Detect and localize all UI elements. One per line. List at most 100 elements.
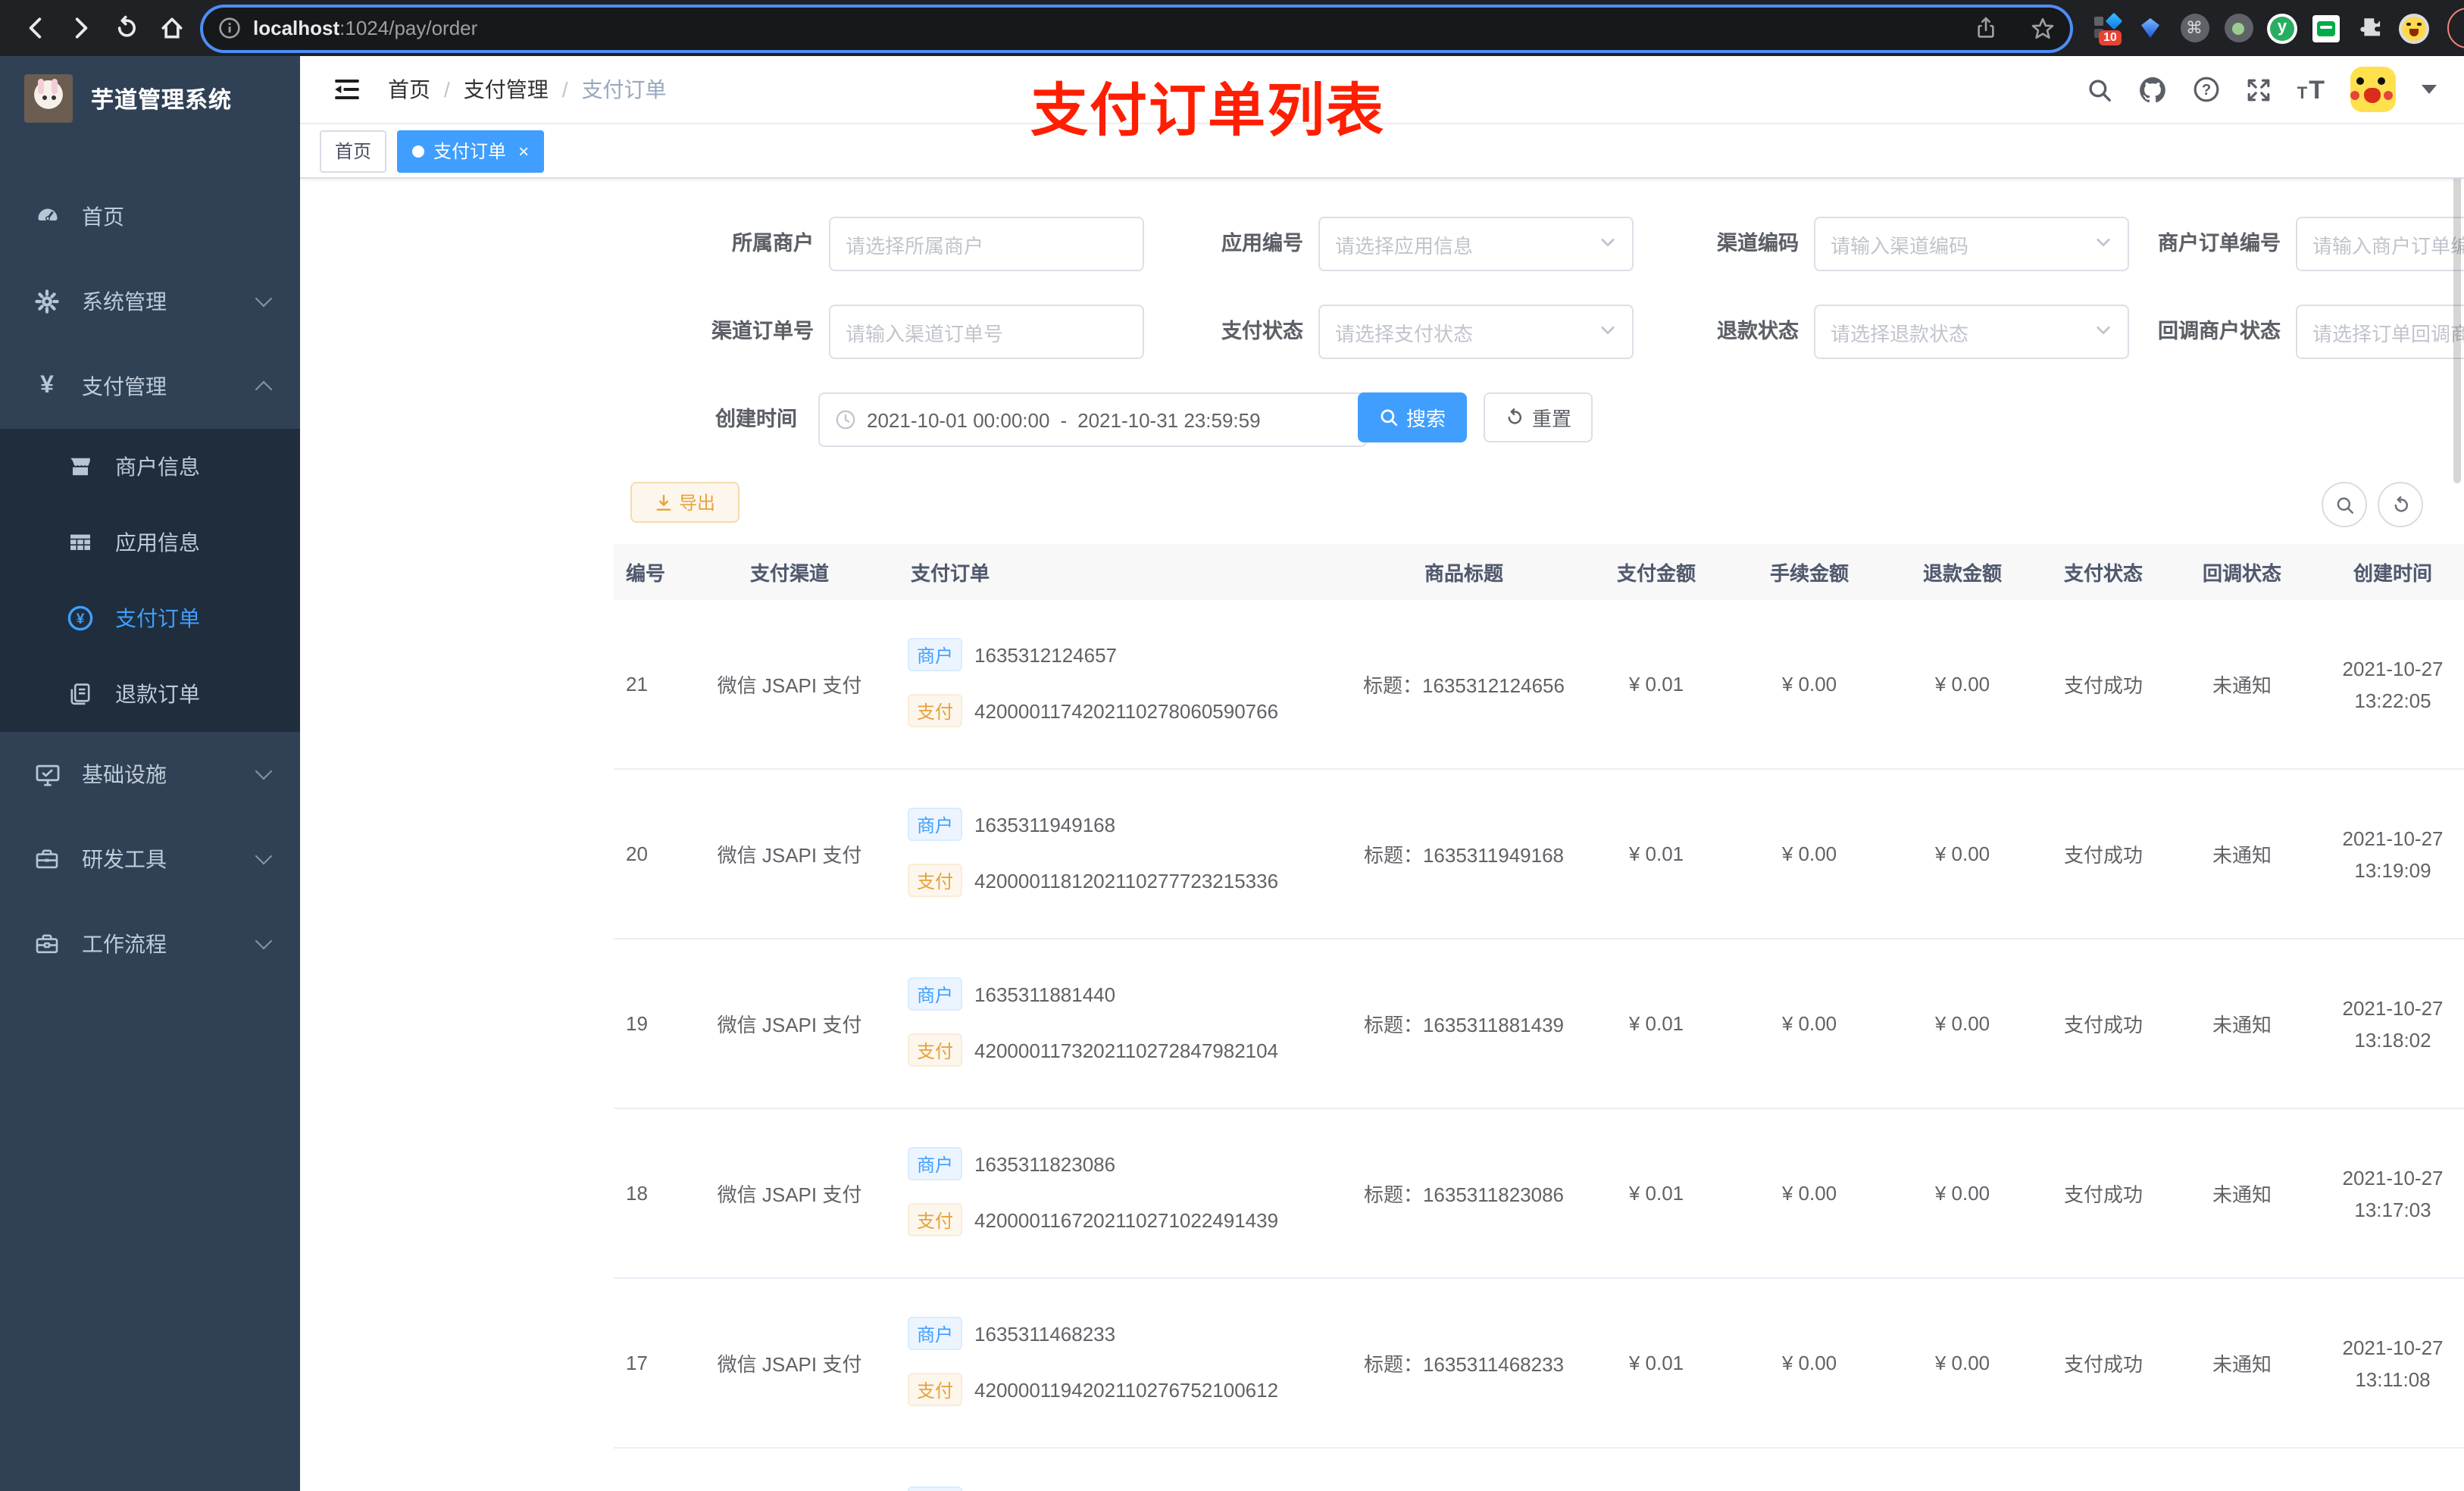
pay-order-cell: 商户1635311951796 xyxy=(890,1448,1346,1491)
created-time-cell: 2021-10-27 13:17:03 xyxy=(2314,1108,2464,1279)
pay-tag: 支付 xyxy=(908,1033,963,1067)
chevron-down-icon[interactable] xyxy=(2422,85,2437,94)
chevron-down-icon xyxy=(255,289,273,308)
order-id-cell xyxy=(614,1448,689,1491)
command-extension-icon[interactable]: ⌘ xyxy=(2179,13,2209,43)
emoji-extension-icon[interactable] xyxy=(2399,13,2429,43)
sidebar-item-7[interactable]: 基础设施 xyxy=(0,732,300,817)
filter-input[interactable]: 请输入商户订单编号 xyxy=(2296,217,2464,271)
grid-icon xyxy=(67,529,94,556)
recorder-extension-icon[interactable] xyxy=(2223,13,2253,43)
close-icon[interactable]: × xyxy=(518,142,529,160)
reset-button[interactable]: 重置 xyxy=(1484,392,1593,442)
reload-icon[interactable] xyxy=(103,5,149,51)
merchant-order-line: 商户 1635311949168 xyxy=(908,806,1346,842)
sidebar-item-4[interactable]: 应用信息 xyxy=(0,505,300,580)
avatar[interactable] xyxy=(2350,67,2396,112)
refund-amount-cell: ¥ 0.00 xyxy=(1888,1278,2037,1449)
gem-extension-icon[interactable] xyxy=(2135,13,2165,43)
share-icon[interactable] xyxy=(1975,17,1997,39)
search-button[interactable]: 搜索 xyxy=(1358,392,1467,442)
tab-首页[interactable]: 首页 xyxy=(320,130,387,172)
address-bar[interactable]: localhost:1024/pay/order xyxy=(203,7,2070,49)
filter-select[interactable]: 请选择订单回调商户状态 xyxy=(2296,305,2464,359)
filter-label: 支付状态 xyxy=(1221,320,1303,342)
refresh-table-button[interactable] xyxy=(2378,482,2423,527)
back-icon[interactable] xyxy=(12,5,58,51)
created-time-cell: 2021-10-27 13:19:09 xyxy=(2314,769,2464,939)
filter-label: 所属商户 xyxy=(732,232,814,255)
yapi-extension-icon[interactable]: y xyxy=(2267,13,2297,43)
pay-order-line: 支付 4200001181202110277723215336 xyxy=(908,862,1346,899)
callback-status-cell: 未通知 xyxy=(2170,769,2314,939)
refund-amount-cell: ¥ 0.00 xyxy=(1888,600,2037,770)
fee-amount-cell xyxy=(1731,1448,1888,1491)
shop-icon xyxy=(67,453,94,480)
scrollbar[interactable] xyxy=(2453,135,2461,483)
create-time-range-input[interactable]: 2021-10-01 00:00:00 - 2021-10-31 23:59:5… xyxy=(818,392,1367,447)
svg-text:¥: ¥ xyxy=(77,611,85,627)
main-panel: 首页 / 支付管理 / 支付订单 支付订单列表 ? TT 首页 支付订单 × 所… xyxy=(300,56,2464,1491)
sidebar-item-1[interactable]: 系统管理 xyxy=(0,259,300,344)
merchant-tag: 商户 xyxy=(908,1147,963,1180)
filter-label-create-time: 创建时间 xyxy=(715,408,797,430)
help-icon[interactable]: ? xyxy=(2193,76,2220,103)
home-icon[interactable] xyxy=(149,5,194,51)
created-clock: 13:11:08 xyxy=(2355,1368,2431,1390)
placeholder-text: 请输入渠道编码 xyxy=(1831,234,1969,257)
pay-order-no: 4200001194202110276752100612 xyxy=(974,1378,1279,1401)
created-time-cell: 2021-10-27 13:22:05 xyxy=(2314,600,2464,770)
column-header-1: 支付渠道 xyxy=(689,544,890,600)
pay-channel-cell xyxy=(689,1448,890,1491)
sidebar-item-5[interactable]: ¥ 支付订单 xyxy=(0,580,300,656)
filter-input[interactable]: 请输入渠道订单号 xyxy=(829,305,1144,359)
breadcrumb-item[interactable]: 首页 xyxy=(388,74,430,105)
sidebar-item-0[interactable]: 首页 xyxy=(0,174,300,259)
app-logo[interactable]: 芋道管理系统 xyxy=(0,56,300,141)
sidebar-item-6[interactable]: 退款订单 xyxy=(0,656,300,732)
filter-label: 商户订单编号 xyxy=(2158,232,2281,255)
export-button[interactable]: 导出 xyxy=(630,482,740,523)
font-size-icon[interactable]: TT xyxy=(2297,77,2325,102)
merchant-order-line: 商户1635311951796 xyxy=(908,1485,1346,1491)
browser-update-button[interactable]: 更新 xyxy=(2447,8,2464,48)
pay-order-cell: 商户 1635312124657 支付 42000011742021102780605… xyxy=(890,600,1346,770)
extensions-puzzle-icon[interactable] xyxy=(2355,13,2385,43)
filter-input[interactable]: 请选择所属商户 xyxy=(829,217,1144,271)
sidebar-item-3[interactable]: 商户信息 xyxy=(0,429,300,505)
bookmark-star-icon[interactable] xyxy=(2031,16,2055,40)
table-row: 19 微信 JSAPI 支付 商户 1635311881440 支付 4200001173… xyxy=(614,939,2464,1109)
toolbox-icon xyxy=(33,846,61,873)
search-icon[interactable] xyxy=(2087,77,2112,102)
sidebar-item-label: 首页 xyxy=(82,205,124,229)
fullscreen-icon[interactable] xyxy=(2246,77,2272,102)
product-title-cell xyxy=(1346,1448,1582,1491)
pay-channel-cell: 微信 JSAPI 支付 xyxy=(689,600,890,770)
chat-extension-icon[interactable] xyxy=(2311,13,2341,43)
pay-order-no: 4200001173202110272847982104 xyxy=(974,1039,1279,1061)
sidebar-item-9[interactable]: 工作流程 xyxy=(0,902,300,986)
sidebar-item-2[interactable]: ¥ 支付管理 xyxy=(0,344,300,429)
filter-select[interactable]: 请选择支付状态 xyxy=(1318,305,1634,359)
sidebar-item-8[interactable]: 研发工具 xyxy=(0,817,300,902)
product-title-cell: 标题：1635311949168 xyxy=(1346,769,1582,939)
filter-select[interactable]: 请选择应用信息 xyxy=(1318,217,1634,271)
pay-status-cell: 支付成功 xyxy=(2037,1278,2170,1449)
placeholder-text: 请选择退款状态 xyxy=(1831,322,1969,345)
pay-status-cell xyxy=(2037,1448,2170,1491)
github-icon[interactable] xyxy=(2138,75,2167,104)
sidebar-item-label: 应用信息 xyxy=(115,530,200,555)
column-header-9: 创建时间 xyxy=(2314,544,2464,600)
collapse-sidebar-icon[interactable] xyxy=(321,64,373,115)
tag-manager-extension-icon[interactable]: 10 xyxy=(2091,11,2123,45)
product-title-cell: 标题：1635311468233 xyxy=(1346,1278,1582,1449)
site-info-icon[interactable] xyxy=(218,17,241,39)
forward-icon[interactable] xyxy=(58,5,103,51)
tab-支付订单[interactable]: 支付订单 × xyxy=(397,130,545,172)
merchant-order-no: 1635311823086 xyxy=(974,1152,1116,1175)
toggle-search-button[interactable] xyxy=(2322,482,2367,527)
breadcrumb-item[interactable]: 支付管理 xyxy=(464,74,549,105)
chevron-down-icon xyxy=(255,847,273,865)
placeholder-text: 请选择应用信息 xyxy=(1335,234,1474,257)
pay-order-line: 支付 4200001174202110278060590766 xyxy=(908,692,1346,729)
